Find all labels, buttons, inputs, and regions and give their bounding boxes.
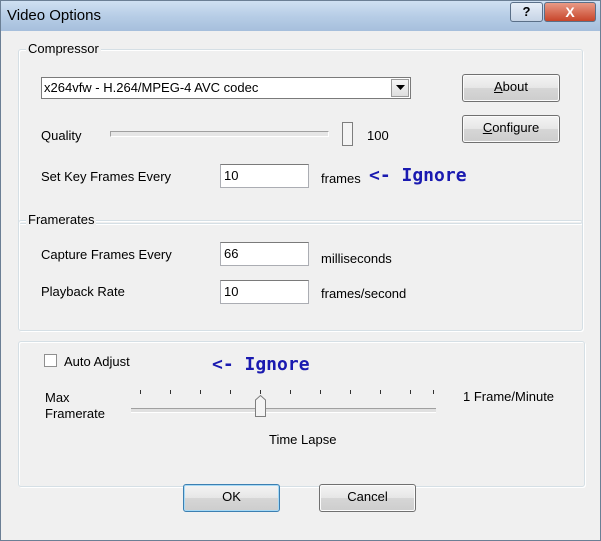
keyframes-input-value: 10 (224, 168, 239, 183)
slider-tick (260, 390, 261, 394)
quality-label: Quality (41, 128, 82, 143)
slider-tick (433, 390, 434, 394)
configure-accel: C (482, 120, 493, 135)
playback-input-value: 10 (224, 284, 239, 299)
dialog-content: Compressor x264vfw - H.264/MPEG-4 AVC co… (7, 31, 594, 536)
help-icon: ? (522, 4, 531, 19)
framerate-slider-ticks (131, 390, 437, 398)
keyframes-label: Set Key Frames Every (41, 169, 172, 184)
framerate-slider-thumb[interactable] (255, 395, 266, 417)
codec-select[interactable]: x264vfw - H.264/MPEG-4 AVC codec (41, 77, 411, 99)
auto-adjust-checkbox[interactable] (44, 354, 57, 367)
time-lapse-label: Time Lapse (269, 432, 337, 447)
framerate-slider-track[interactable] (131, 408, 436, 413)
quality-slider-track[interactable] (110, 131, 329, 137)
slider-tick (350, 390, 351, 394)
close-button[interactable]: X (544, 2, 596, 22)
capture-label: Capture Frames Every (41, 247, 172, 262)
configure-label-rest: onfigure (492, 120, 540, 135)
help-button[interactable]: ? (510, 2, 543, 22)
slider-tick (170, 390, 171, 394)
video-options-window: Video Options ? X Compressor x264vfw - H… (0, 0, 601, 541)
framerates-group: Framerates (18, 212, 583, 331)
keyframes-input[interactable]: 10 (220, 164, 309, 188)
about-accel: A (494, 79, 503, 94)
cancel-button[interactable]: Cancel (319, 484, 416, 512)
slider-tick (320, 390, 321, 394)
capture-input[interactable]: 66 (220, 242, 309, 266)
about-label-rest: bout (502, 79, 528, 94)
framerate-right-label: 1 Frame/Minute (463, 389, 555, 404)
slider-tick (290, 390, 291, 394)
codec-dropdown-button[interactable] (391, 79, 409, 97)
slider-tick (140, 390, 141, 394)
keyframes-unit: frames (321, 171, 361, 186)
capture-input-value: 66 (224, 246, 239, 261)
chevron-down-icon (396, 85, 405, 90)
title-bar[interactable]: Video Options ? X (1, 1, 600, 31)
slider-tick (200, 390, 201, 394)
slider-tick (230, 390, 231, 394)
max-framerate-label-1: Max (45, 390, 70, 405)
close-icon: X (565, 4, 575, 20)
keyframes-annotation: <- Ignore (369, 165, 467, 186)
codec-select-value: x264vfw - H.264/MPEG-4 AVC codec (44, 80, 259, 95)
ok-button[interactable]: OK (183, 484, 280, 512)
capture-unit: milliseconds (321, 251, 392, 266)
about-button[interactable]: About (462, 74, 560, 102)
quality-slider-thumb[interactable] (342, 122, 353, 146)
compressor-group-label: Compressor (26, 41, 101, 56)
playback-input[interactable]: 10 (220, 280, 309, 304)
slider-tick (380, 390, 381, 394)
quality-value: 100 (367, 128, 389, 143)
playback-label: Playback Rate (41, 284, 125, 299)
auto-adjust-annotation: <- Ignore (212, 354, 310, 375)
window-title: Video Options (7, 7, 101, 24)
slider-tick (410, 390, 411, 394)
framerates-group-label: Framerates (26, 212, 97, 227)
configure-button[interactable]: Configure (462, 115, 560, 143)
playback-unit: frames/second (321, 286, 407, 301)
max-framerate-label-2: Framerate (45, 406, 105, 421)
auto-adjust-label: Auto Adjust (64, 354, 130, 369)
